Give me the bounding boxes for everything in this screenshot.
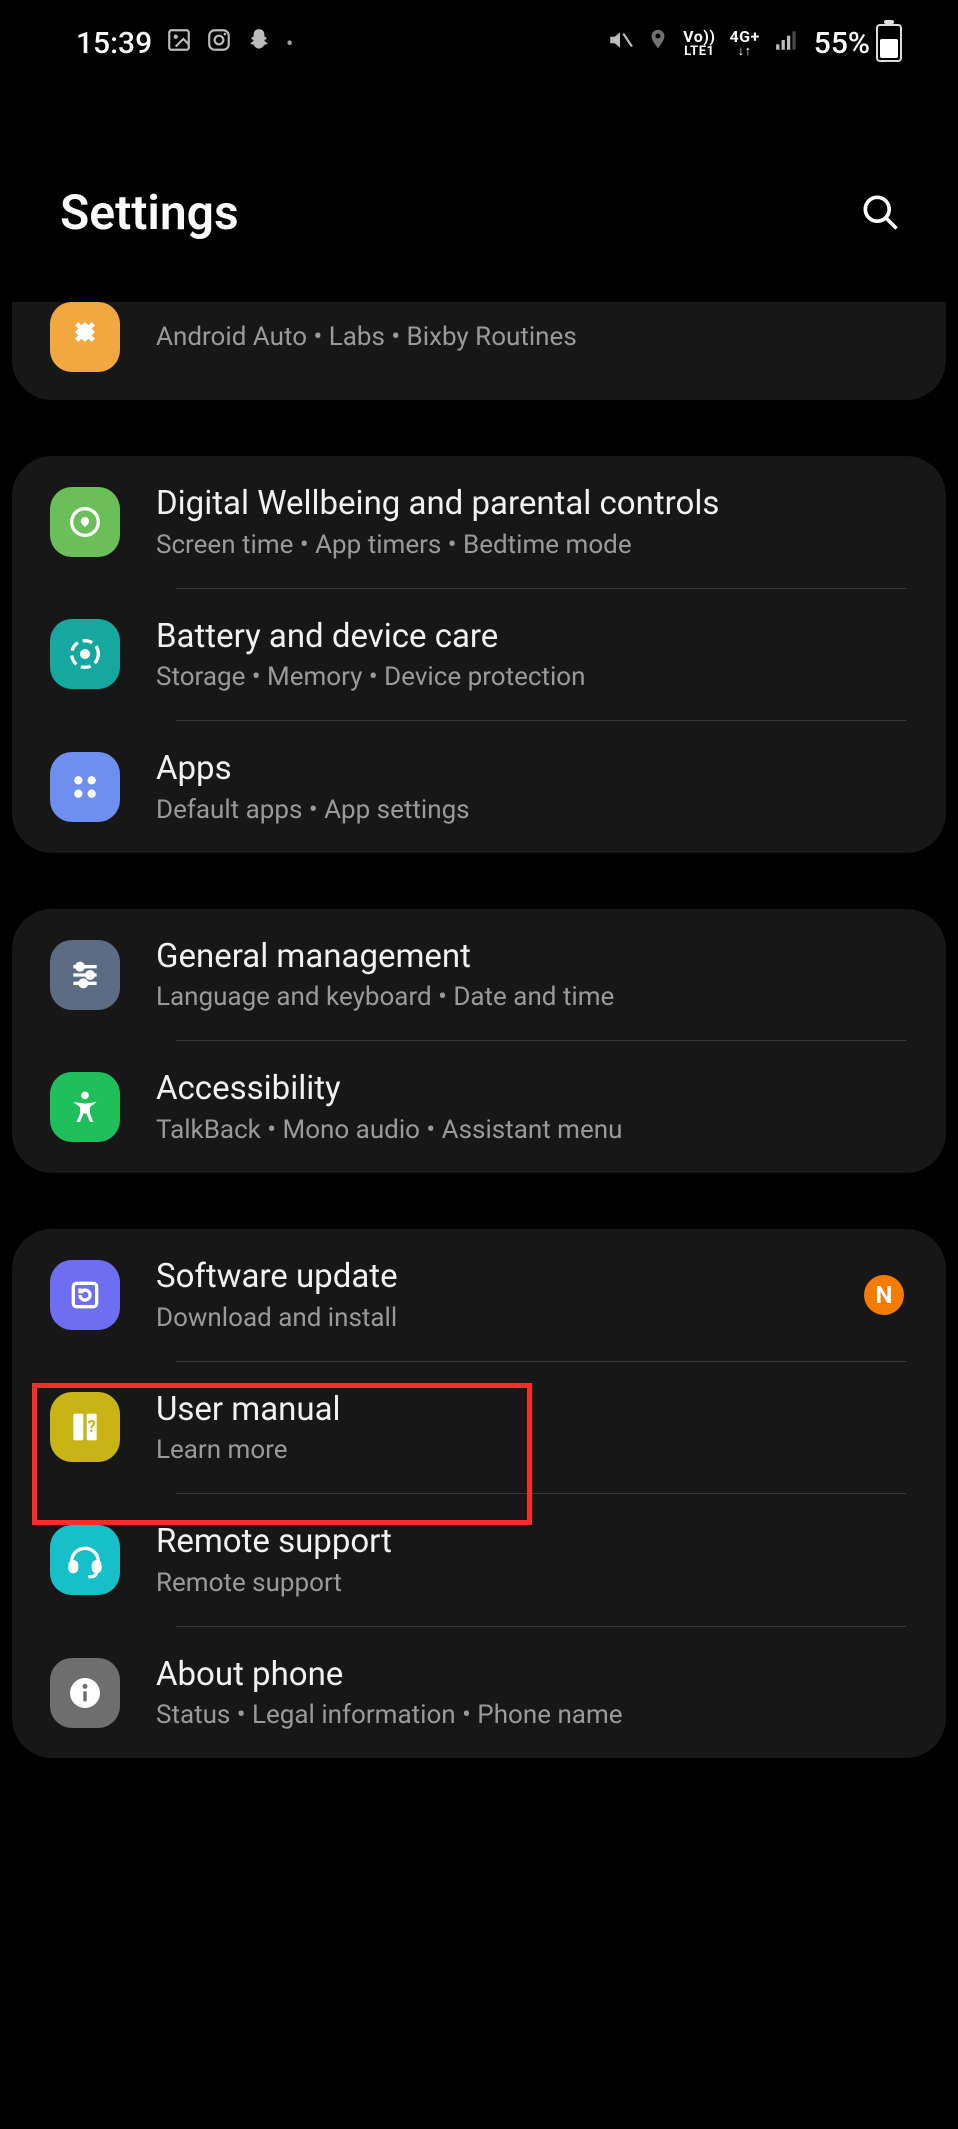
settings-list: Advanced features Android Auto • Labs • … <box>0 302 958 1854</box>
group-wellbeing: Digital Wellbeing and parental controls … <box>12 456 946 853</box>
row-general-management[interactable]: General management Language and keyboard… <box>12 909 946 1041</box>
group-system: Software update Download and install N ?… <box>12 1229 946 1758</box>
gallery-icon <box>166 26 192 61</box>
battery-care-icon <box>50 619 120 689</box>
status-time: 15:39 <box>76 26 152 61</box>
row-subtitle: Default apps • App settings <box>156 795 904 825</box>
row-apps[interactable]: Apps Default apps • App settings <box>12 721 946 853</box>
network-icon: 4G+↓↑ <box>729 29 759 58</box>
location-icon <box>647 25 669 61</box>
row-title: Apps <box>156 749 904 789</box>
mute-icon <box>607 26 633 61</box>
apps-icon <box>50 752 120 822</box>
dot-icon: • <box>286 31 293 55</box>
volte-icon: Vo))LTE1 <box>683 29 715 58</box>
row-title: Battery and device care <box>156 617 904 657</box>
row-title: Accessibility <box>156 1069 904 1109</box>
advanced-icon <box>50 302 120 372</box>
wellbeing-icon <box>50 487 120 557</box>
headset-icon <box>50 1525 120 1595</box>
instagram-icon <box>206 26 232 61</box>
snapchat-icon <box>246 26 272 61</box>
row-about-phone[interactable]: About phone Status • Legal information •… <box>12 1627 946 1759</box>
row-accessibility[interactable]: Accessibility TalkBack • Mono audio • As… <box>12 1041 946 1173</box>
row-title: Remote support <box>156 1522 904 1562</box>
signal-icon <box>774 26 800 61</box>
search-icon <box>858 190 902 234</box>
group-general: General management Language and keyboard… <box>12 909 946 1173</box>
notification-badge: N <box>864 1275 904 1315</box>
row-subtitle: TalkBack • Mono audio • Assistant menu <box>156 1115 904 1145</box>
manual-icon: ? <box>50 1392 120 1462</box>
info-icon <box>50 1658 120 1728</box>
page-title: Settings <box>60 184 239 241</box>
row-title: About phone <box>156 1655 904 1695</box>
accessibility-icon <box>50 1072 120 1142</box>
row-subtitle: Android Auto • Labs • Bixby Routines <box>156 322 904 352</box>
row-software-update[interactable]: Software update Download and install N <box>12 1229 946 1361</box>
svg-text:?: ? <box>88 1418 96 1437</box>
group-advanced: Advanced features Android Auto • Labs • … <box>12 302 946 400</box>
status-bar: 15:39 • Vo))LTE1 4G+↓↑ 55% <box>0 0 958 62</box>
row-digital-wellbeing[interactable]: Digital Wellbeing and parental controls … <box>12 456 946 588</box>
row-subtitle: Download and install <box>156 1303 828 1333</box>
row-title: Software update <box>156 1257 828 1297</box>
row-remote-support[interactable]: Remote support Remote support <box>12 1494 946 1626</box>
row-advanced-features[interactable]: Advanced features Android Auto • Labs • … <box>12 302 946 400</box>
row-title: User manual <box>156 1390 904 1430</box>
row-subtitle: Status • Legal information • Phone name <box>156 1700 904 1730</box>
row-battery-device-care[interactable]: Battery and device care Storage • Memory… <box>12 589 946 721</box>
row-subtitle: Screen time • App timers • Bedtime mode <box>156 530 904 560</box>
row-subtitle: Learn more <box>156 1435 904 1465</box>
search-button[interactable] <box>850 182 910 242</box>
battery-icon <box>876 24 902 62</box>
row-subtitle: Remote support <box>156 1568 904 1598</box>
row-user-manual[interactable]: ? User manual Learn more <box>12 1362 946 1494</box>
row-subtitle: Storage • Memory • Device protection <box>156 662 904 692</box>
row-title: General management <box>156 937 904 977</box>
update-icon <box>50 1260 120 1330</box>
row-subtitle: Language and keyboard • Date and time <box>156 982 904 1012</box>
app-header: Settings <box>0 62 958 302</box>
row-title: Digital Wellbeing and parental controls <box>156 484 904 524</box>
battery-indicator: 55% <box>814 24 902 62</box>
sliders-icon <box>50 940 120 1010</box>
